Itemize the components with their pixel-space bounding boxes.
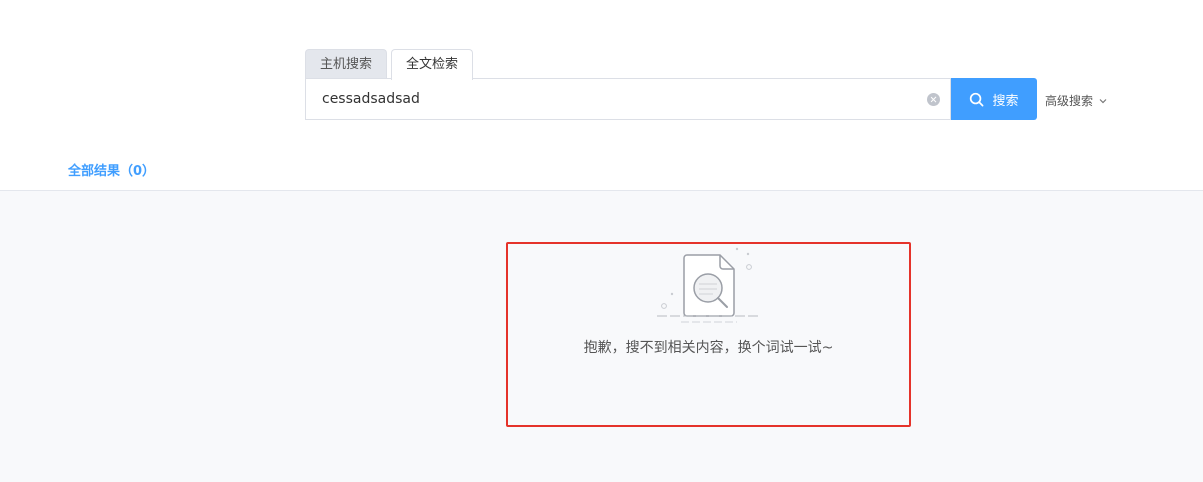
advanced-search-toggle[interactable]: 高级搜索 bbox=[1045, 92, 1107, 109]
search-button[interactable]: 搜索 bbox=[951, 78, 1037, 120]
search-input[interactable] bbox=[306, 79, 916, 119]
search-icon bbox=[970, 92, 984, 106]
empty-state-message: 抱歉，搜不到相关内容，换个词试一试~ bbox=[583, 340, 834, 356]
page: 主机搜索 全文检索 搜索 高级搜索 全部结果（0） bbox=[0, 0, 1203, 482]
search-tabs: 主机搜索 全文检索 bbox=[305, 49, 474, 80]
document-search-icon bbox=[657, 247, 761, 323]
tab-host-search[interactable]: 主机搜索 bbox=[305, 49, 388, 79]
clear-icon[interactable] bbox=[927, 93, 940, 106]
search-button-label: 搜索 bbox=[992, 92, 1019, 108]
tab-fulltext-search[interactable]: 全文检索 bbox=[391, 49, 474, 80]
chevron-down-icon bbox=[1099, 98, 1107, 103]
result-count[interactable]: 全部结果（0） bbox=[68, 160, 155, 179]
search-box bbox=[305, 78, 951, 120]
advanced-search-label: 高级搜索 bbox=[1045, 94, 1094, 108]
